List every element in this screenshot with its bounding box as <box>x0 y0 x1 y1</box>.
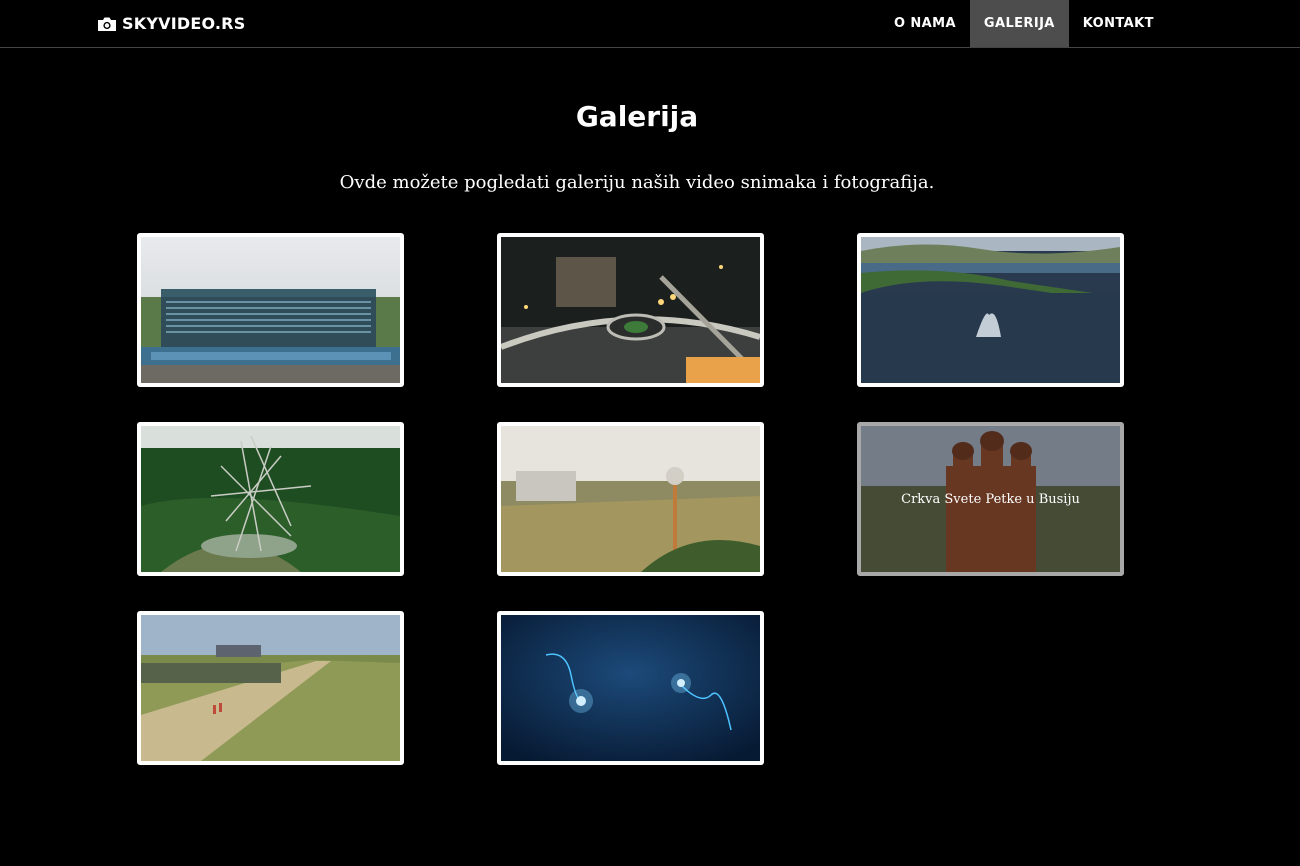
gallery-item-hotel[interactable] <box>137 233 404 387</box>
page-subtitle: Ovde možete pogledati galeriju naših vid… <box>339 172 935 193</box>
thumbnail-image <box>861 237 1120 383</box>
thumbnail-image <box>141 237 400 383</box>
thumbnail-caption: Crkva Svete Petke u Busiju <box>901 491 1080 507</box>
camera-icon <box>97 16 117 32</box>
thumbnail-image <box>141 426 400 572</box>
gallery-item-space[interactable] <box>497 611 764 765</box>
nav-item-galerija[interactable]: GALERIJA <box>969 0 1069 47</box>
thumbnail-image <box>501 615 760 761</box>
nav-item-kontakt[interactable]: KONTAKT <box>1069 0 1168 47</box>
top-navbar: SKYVIDEO.RS O NAMA GALERIJA KONTAKT <box>0 0 1300 48</box>
gallery-item-lake[interactable] <box>857 233 1124 387</box>
brand-link[interactable]: SKYVIDEO.RS <box>97 0 245 47</box>
thumbnail-image <box>501 237 760 383</box>
main-nav: O NAMA GALERIJA KONTAKT <box>880 0 1168 47</box>
page-title: Galerija <box>575 100 699 133</box>
gallery-item-water-tower[interactable] <box>497 422 764 576</box>
gallery-item-sculpture[interactable] <box>137 422 404 576</box>
gallery-item-racetrack[interactable] <box>137 611 404 765</box>
nav-item-o-nama[interactable]: O NAMA <box>880 0 970 47</box>
gallery-item-roundabout[interactable] <box>497 233 764 387</box>
thumbnail-image <box>501 426 760 572</box>
brand-name: SKYVIDEO.RS <box>122 14 246 33</box>
gallery-item-church[interactable]: Crkva Svete Petke u Busiju <box>857 422 1124 576</box>
thumbnail-image <box>141 615 400 761</box>
